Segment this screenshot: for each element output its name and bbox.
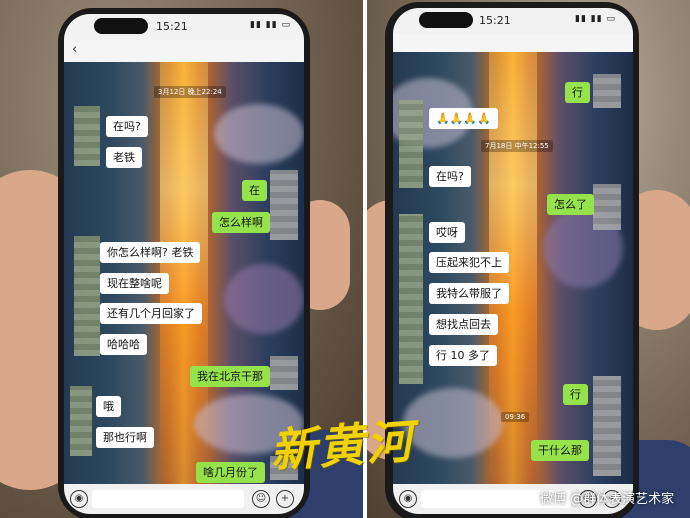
- contact-avatar: [74, 106, 100, 166]
- left-phone-screen: 15:21 ▮▮ ▮▮ ▭ ‹ 3月12日 晚上22:24 在吗? 老铁 在 怎…: [64, 14, 304, 514]
- message-bubble: 在吗?: [106, 116, 148, 137]
- message-bubble: 在吗?: [429, 166, 471, 187]
- status-time: 15:21: [479, 14, 511, 27]
- message-bubble: 在: [242, 180, 267, 201]
- message-bubble: 行: [563, 384, 588, 405]
- chat-timestamp: 09:36: [501, 412, 530, 422]
- status-bar: 15:21 ▮▮ ▮▮ ▭: [64, 14, 304, 40]
- right-phone: 15:21 ▮▮ ▮▮ ▭ 行 🙏🙏🙏🙏 7月18日 中午12:55 在吗? 怎…: [385, 2, 639, 518]
- camera-cutout: [419, 12, 473, 28]
- message-bubble: 那也行啊: [96, 427, 154, 448]
- back-arrow-icon[interactable]: ‹: [72, 42, 77, 57]
- news-watermark-logo: 新黄河: [268, 414, 416, 478]
- chat-timestamp: 7月18日 中午12:55: [481, 140, 553, 152]
- message-bubble: 还有几个月回家了: [100, 303, 202, 324]
- message-bubble: 现在整啥呢: [100, 273, 169, 294]
- self-avatar: [593, 184, 621, 230]
- right-photo: 15:21 ▮▮ ▮▮ ▭ 行 🙏🙏🙏🙏 7月18日 中午12:55 在吗? 怎…: [367, 0, 690, 518]
- signal-battery-icon: ▮▮ ▮▮ ▭: [575, 14, 617, 24]
- self-avatar: [270, 170, 298, 240]
- message-bubble: 🙏🙏🙏🙏: [429, 108, 498, 129]
- contact-avatar: [399, 100, 423, 188]
- message-bubble: 你怎么样啊? 老铁: [100, 242, 201, 263]
- message-bubble: 怎么样啊: [212, 212, 270, 233]
- message-bubble: 压起来犯不上: [429, 252, 509, 273]
- self-avatar: [593, 376, 621, 476]
- emoji-icon[interactable]: ☺: [252, 490, 270, 508]
- message-bubble: 怎么了: [547, 194, 594, 215]
- input-bar: ◉ ☺ +: [64, 484, 304, 514]
- contact-avatar: [70, 386, 92, 456]
- weibo-credit: 微博 @群体表演艺术家: [540, 492, 675, 507]
- message-bubble: 行: [565, 82, 590, 103]
- contact-avatar: [399, 214, 423, 384]
- self-avatar: [593, 74, 621, 108]
- message-bubble: 哎呀: [429, 222, 465, 243]
- camera-cutout: [94, 18, 148, 34]
- self-avatar: [270, 356, 298, 390]
- message-bubble: 啥几月份了: [196, 462, 265, 483]
- voice-icon[interactable]: ◉: [70, 490, 88, 508]
- status-time: 15:21: [156, 20, 188, 33]
- chat-timestamp: 3月12日 晚上22:24: [154, 86, 226, 98]
- message-bubble: 哈哈哈: [100, 334, 147, 355]
- contact-avatar: [74, 236, 100, 356]
- message-input[interactable]: [92, 490, 244, 508]
- message-bubble: 干什么那: [531, 440, 589, 461]
- message-bubble: 行 10 多了: [429, 345, 497, 366]
- message-bubble: 想找点回去: [429, 314, 498, 335]
- chat-header: ‹: [64, 40, 304, 62]
- message-bubble: 老铁: [106, 147, 142, 168]
- signal-battery-icon: ▮▮ ▮▮ ▭: [250, 20, 292, 30]
- right-phone-screen: 15:21 ▮▮ ▮▮ ▭ 行 🙏🙏🙏🙏 7月18日 中午12:55 在吗? 怎…: [393, 8, 633, 514]
- chat-header: [393, 34, 633, 52]
- message-bubble: 哦: [96, 396, 121, 417]
- message-bubble: 我特么带服了: [429, 283, 509, 304]
- plus-icon[interactable]: +: [276, 490, 294, 508]
- status-bar: 15:21 ▮▮ ▮▮ ▭: [393, 8, 633, 34]
- voice-icon[interactable]: ◉: [399, 490, 417, 508]
- photo-scene: 15:21 ▮▮ ▮▮ ▭ ‹ 3月12日 晚上22:24 在吗? 老铁 在 怎…: [0, 0, 690, 518]
- message-bubble: 我在北京干那: [190, 366, 270, 387]
